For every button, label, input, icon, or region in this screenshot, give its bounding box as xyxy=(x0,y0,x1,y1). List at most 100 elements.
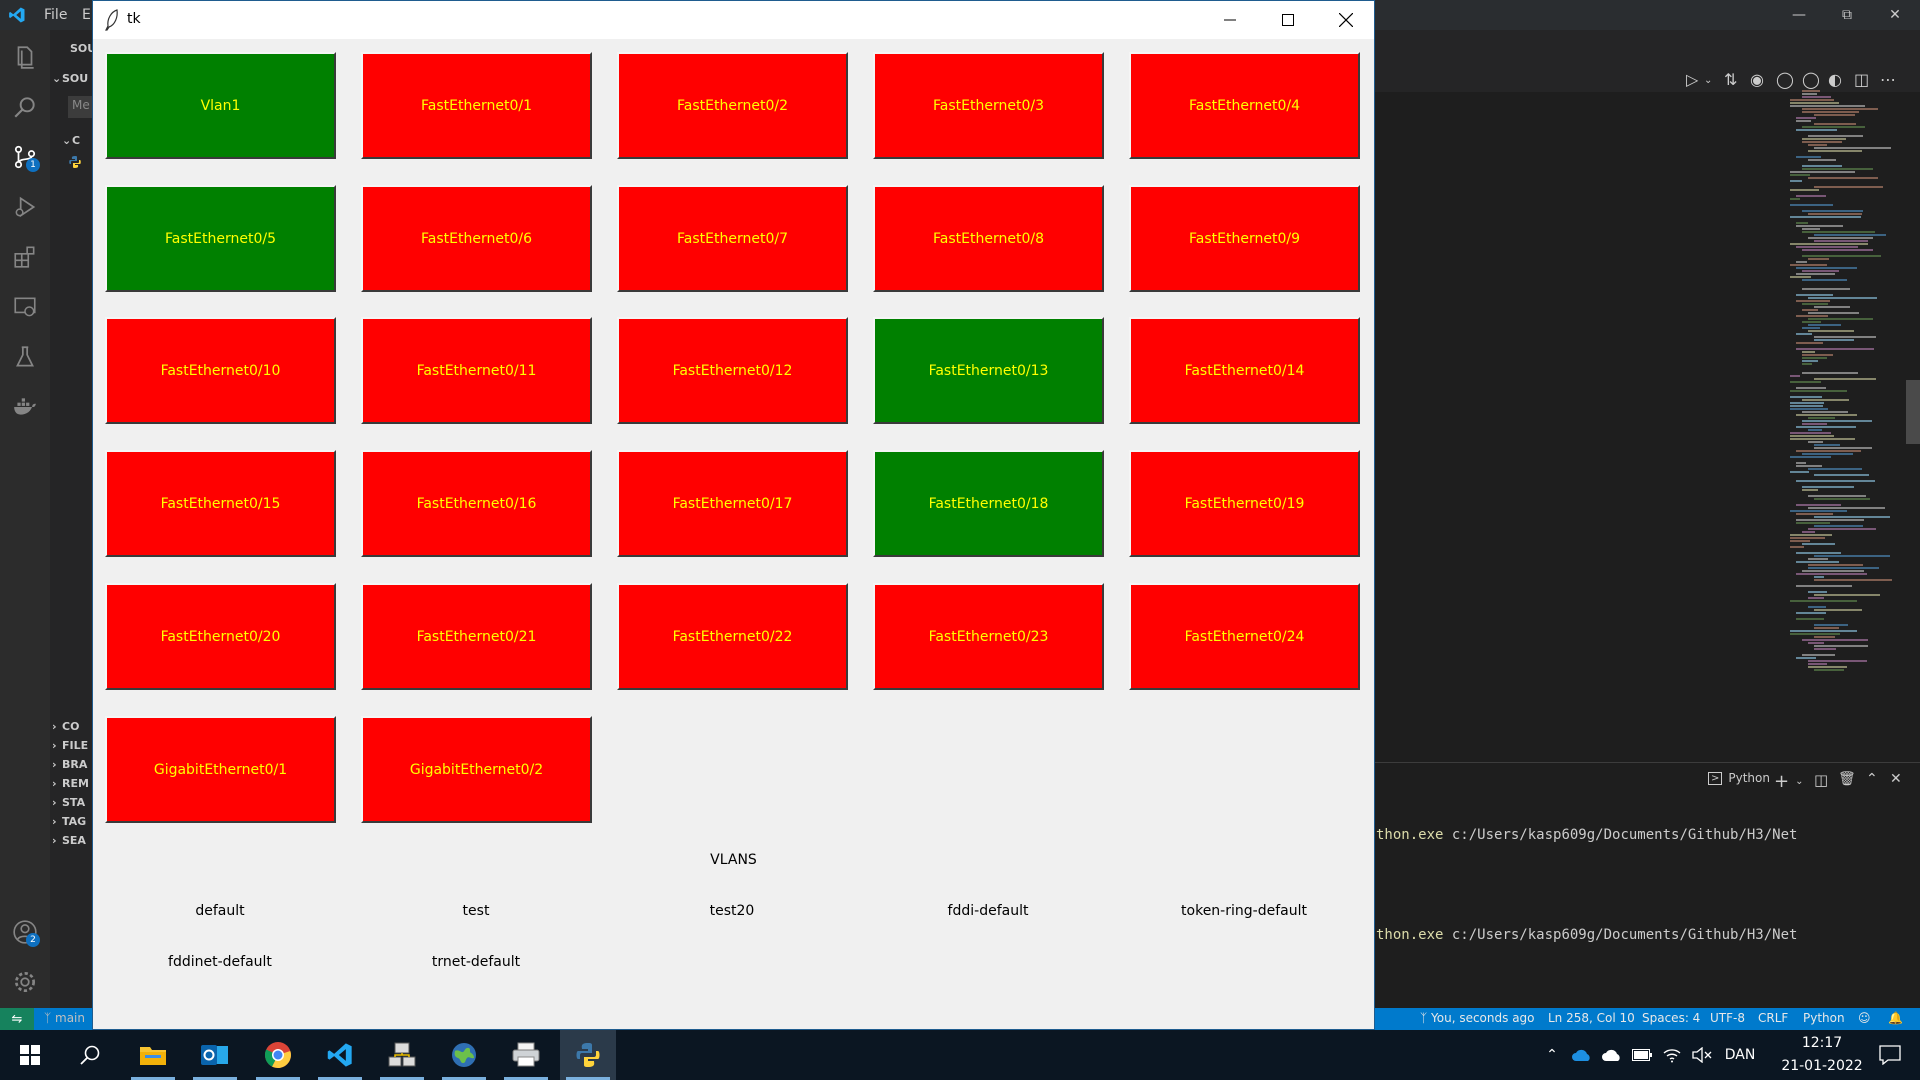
port-button[interactable]: FastEthernet0/21 xyxy=(361,583,592,690)
search-icon[interactable] xyxy=(10,92,40,122)
menu-file[interactable]: File xyxy=(44,7,67,23)
cursor-position[interactable]: Ln 258, Col 10 xyxy=(1548,1011,1635,1025)
more-actions-icon[interactable]: ⋯ xyxy=(1880,70,1896,89)
menu-edit[interactable]: E xyxy=(82,7,91,23)
port-button[interactable]: FastEthernet0/10 xyxy=(105,317,336,424)
port-button[interactable]: Vlan1 xyxy=(105,52,336,159)
remote-explorer-icon[interactable] xyxy=(10,292,40,322)
port-button[interactable]: FastEthernet0/4 xyxy=(1129,52,1360,159)
remote-indicator-icon[interactable]: ⇋ xyxy=(0,1008,34,1030)
extensions-icon[interactable] xyxy=(10,242,40,272)
sidebar-section-remotes[interactable]: › REM xyxy=(52,777,89,790)
chrome-icon[interactable] xyxy=(250,1030,306,1080)
search-icon[interactable] xyxy=(62,1030,118,1080)
port-button[interactable]: FastEthernet0/20 xyxy=(105,583,336,690)
port-button[interactable]: FastEthernet0/11 xyxy=(361,317,592,424)
run-debug-icon[interactable] xyxy=(10,192,40,222)
commit-message-input[interactable]: Me xyxy=(68,96,92,118)
printer-icon[interactable] xyxy=(498,1030,554,1080)
sidebar-group-changes[interactable]: ⌄C xyxy=(62,134,80,147)
port-button[interactable]: FastEthernet0/24 xyxy=(1129,583,1360,690)
notification-center-icon[interactable] xyxy=(1868,1030,1912,1080)
battery-icon[interactable] xyxy=(1628,1030,1656,1080)
start-icon[interactable] xyxy=(2,1030,58,1080)
notifications-bell-icon[interactable]: 🔔 xyxy=(1888,1011,1903,1025)
vscode-restore-icon[interactable]: ⧉ xyxy=(1824,0,1870,30)
port-button[interactable]: FastEthernet0/3 xyxy=(873,52,1104,159)
line-endings[interactable]: CRLF xyxy=(1758,1011,1788,1025)
network-tool-icon[interactable] xyxy=(374,1030,430,1080)
port-button[interactable]: FastEthernet0/16 xyxy=(361,450,592,557)
vscode-minimize-icon[interactable]: — xyxy=(1776,0,1822,30)
indentation[interactable]: Spaces: 4 xyxy=(1642,1011,1700,1025)
port-button[interactable]: FastEthernet0/22 xyxy=(617,583,848,690)
port-button[interactable]: FastEthernet0/9 xyxy=(1129,185,1360,292)
timeline-icon[interactable]: ◉ xyxy=(1750,70,1764,89)
onedrive-icon[interactable] xyxy=(1568,1030,1596,1080)
split-editor-icon[interactable]: ◫ xyxy=(1854,70,1869,89)
language-mode[interactable]: Python xyxy=(1803,1011,1845,1025)
vscode-icon[interactable] xyxy=(312,1030,368,1080)
accounts-icon[interactable]: 2 xyxy=(10,917,40,947)
tk-close-icon[interactable] xyxy=(1317,1,1375,39)
port-button[interactable]: FastEthernet0/14 xyxy=(1129,317,1360,424)
python-file-icon[interactable] xyxy=(68,154,82,168)
port-button[interactable]: FastEthernet0/15 xyxy=(105,450,336,557)
kill-terminal-icon[interactable]: 🗑 xyxy=(1838,771,1856,787)
run-file-icon[interactable]: ▷ xyxy=(1686,70,1698,89)
port-button[interactable]: FastEthernet0/1 xyxy=(361,52,592,159)
input-language[interactable]: DAN xyxy=(1720,1030,1760,1080)
tk-titlebar[interactable]: tk xyxy=(93,1,1374,39)
vscode-close-icon[interactable]: ✕ xyxy=(1872,0,1918,30)
tk-maximize-icon[interactable] xyxy=(1259,1,1317,39)
sidebar-section-commits[interactable]: › CO xyxy=(52,720,79,733)
sidebar-section-branches[interactable]: › BRA xyxy=(52,758,87,771)
globe-icon[interactable] xyxy=(436,1030,492,1080)
port-button[interactable]: FastEthernet0/6 xyxy=(361,185,592,292)
port-button[interactable]: FastEthernet0/13 xyxy=(873,317,1104,424)
open-changes-icon[interactable]: ⇅ xyxy=(1724,70,1737,89)
source-control-icon[interactable]: 1 xyxy=(10,142,40,172)
next-change-icon[interactable]: ◯ xyxy=(1802,70,1820,89)
git-branch[interactable]: ᛉ main xyxy=(44,1011,85,1025)
clock[interactable]: 12:17 21-01-2022 xyxy=(1772,1032,1872,1078)
port-button[interactable]: FastEthernet0/8 xyxy=(873,185,1104,292)
run-dropdown-icon[interactable]: ⌄ xyxy=(1704,75,1712,86)
sidebar-section-file-history[interactable]: › FILE xyxy=(52,739,88,752)
toggle-blame-icon[interactable]: ◐ xyxy=(1828,70,1842,89)
git-blame[interactable]: ᛉ You, seconds ago xyxy=(1420,1011,1535,1025)
sidebar-section-tags[interactable]: › TAG xyxy=(52,815,86,828)
terminal-selector[interactable]: > Python xyxy=(1708,771,1770,785)
sidebar-section-search[interactable]: › SEA xyxy=(52,834,86,847)
editor-scrollbar[interactable] xyxy=(1906,380,1920,444)
close-panel-icon[interactable]: ✕ xyxy=(1890,771,1902,787)
sidebar-section-stashes[interactable]: › STA xyxy=(52,796,85,809)
python-tk-icon[interactable] xyxy=(560,1030,616,1080)
testing-icon[interactable] xyxy=(10,342,40,372)
docker-icon[interactable] xyxy=(10,392,40,422)
onedrive-personal-icon[interactable] xyxy=(1598,1030,1626,1080)
feedback-icon[interactable]: ☺ xyxy=(1858,1011,1871,1025)
port-button[interactable]: FastEthernet0/12 xyxy=(617,317,848,424)
split-terminal-icon[interactable]: ◫ xyxy=(1814,771,1828,789)
outlook-icon[interactable] xyxy=(187,1030,243,1080)
manage-gear-icon[interactable] xyxy=(10,967,40,997)
port-button[interactable]: GigabitEthernet0/1 xyxy=(105,716,336,823)
new-terminal-icon[interactable]: + ⌄ xyxy=(1774,771,1803,792)
port-button[interactable]: FastEthernet0/17 xyxy=(617,450,848,557)
port-button[interactable]: FastEthernet0/5 xyxy=(105,185,336,292)
encoding[interactable]: UTF-8 xyxy=(1710,1011,1745,1025)
tk-minimize-icon[interactable] xyxy=(1201,1,1259,39)
explorer-icon[interactable] xyxy=(10,42,40,72)
file-explorer-icon[interactable] xyxy=(125,1030,181,1080)
sidebar-section-source-control[interactable]: ⌄SOU xyxy=(52,72,88,85)
previous-change-icon[interactable]: ◯ xyxy=(1776,70,1794,89)
port-button[interactable]: FastEthernet0/18 xyxy=(873,450,1104,557)
wifi-icon[interactable] xyxy=(1658,1030,1686,1080)
maximize-panel-icon[interactable]: ⌃ xyxy=(1866,771,1878,787)
port-button[interactable]: FastEthernet0/19 xyxy=(1129,450,1360,557)
port-button[interactable]: FastEthernet0/2 xyxy=(617,52,848,159)
port-button[interactable]: FastEthernet0/23 xyxy=(873,583,1104,690)
volume-muted-icon[interactable] xyxy=(1688,1030,1716,1080)
show-hidden-icons-icon[interactable]: ⌃ xyxy=(1538,1030,1566,1080)
